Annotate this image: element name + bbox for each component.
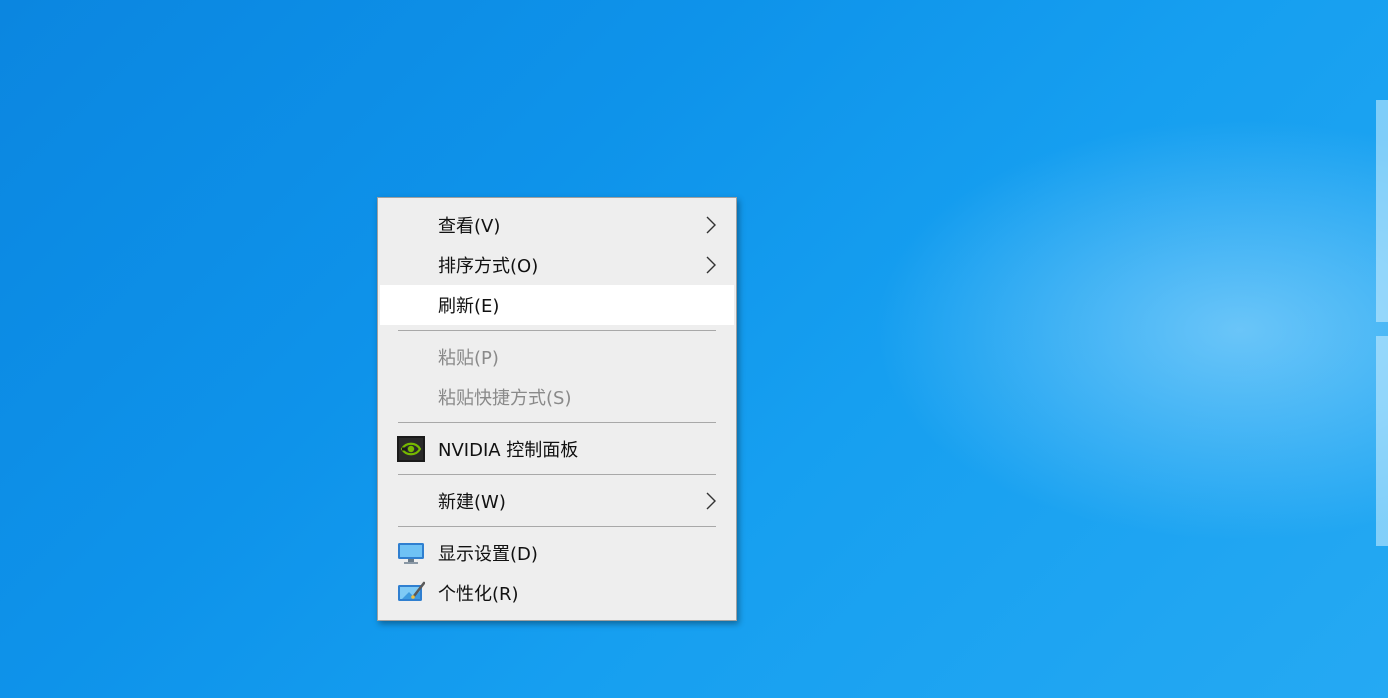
menu-item-label: 排序方式(O) [438, 256, 539, 277]
menu-item-label: 刷新(E) [438, 296, 500, 317]
menu-item-label: NVIDIA 控制面板 [438, 440, 579, 461]
menu-item-new[interactable]: 新建(W) [380, 481, 734, 521]
menu-item-label: 粘贴(P) [438, 348, 499, 369]
desktop-background[interactable]: 查看(V) 排序方式(O) 刷新(E) 粘贴(P) 粘贴快捷方式(S) NVID… [0, 0, 1388, 698]
menu-item-label: 新建(W) [438, 492, 506, 513]
windows-logo-pane-top [1376, 100, 1388, 322]
nvidia-icon [397, 436, 425, 462]
menu-item-label: 查看(V) [438, 216, 501, 237]
menu-item-sort-by[interactable]: 排序方式(O) [380, 245, 734, 285]
menu-item-refresh[interactable]: 刷新(E) [380, 285, 734, 325]
menu-separator [380, 417, 734, 429]
display-settings-icon [398, 543, 424, 564]
menu-item-view[interactable]: 查看(V) [380, 205, 734, 245]
menu-item-nvidia-control-panel[interactable]: NVIDIA 控制面板 [380, 429, 734, 469]
chevron-right-icon [706, 492, 716, 510]
menu-item-label: 个性化(R) [438, 584, 519, 605]
menu-item-label: 粘贴快捷方式(S) [438, 388, 572, 409]
chevron-right-icon [706, 216, 716, 234]
desktop-context-menu: 查看(V) 排序方式(O) 刷新(E) 粘贴(P) 粘贴快捷方式(S) NVID… [377, 197, 737, 621]
menu-item-paste-shortcut[interactable]: 粘贴快捷方式(S) [380, 377, 734, 417]
windows-logo-pane-bottom [1376, 336, 1388, 546]
menu-separator [380, 521, 734, 533]
menu-separator [380, 325, 734, 337]
menu-item-paste[interactable]: 粘贴(P) [380, 337, 734, 377]
menu-item-display-settings[interactable]: 显示设置(D) [380, 533, 734, 573]
chevron-right-icon [706, 256, 716, 274]
menu-separator [380, 469, 734, 481]
menu-item-personalize[interactable]: 个性化(R) [380, 573, 734, 613]
menu-item-label: 显示设置(D) [438, 544, 538, 565]
personalize-icon [398, 581, 425, 601]
